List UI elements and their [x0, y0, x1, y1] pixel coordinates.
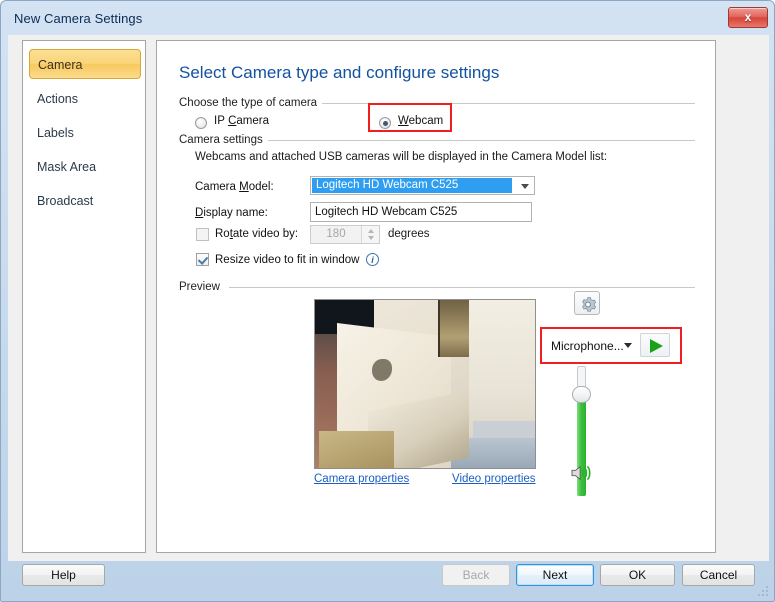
radio-webcam-label: Webcam [398, 115, 444, 127]
sidebar: Camera Actions Labels Mask Area Broadcas… [22, 40, 146, 553]
stepper-buttons[interactable] [361, 226, 379, 243]
rotate-video-label: Rotate video by: [215, 228, 299, 240]
camera-model-label: Camera Model: [195, 181, 274, 193]
speaker-icon[interactable] [570, 464, 592, 482]
rotate-video-checkbox[interactable] [196, 228, 209, 241]
sidebar-item-camera[interactable]: Camera [29, 49, 141, 79]
resize-video-checkbox[interactable] [196, 253, 209, 266]
title-bar: New Camera Settings x [1, 1, 774, 35]
radio-ip-camera-indicator[interactable] [195, 117, 207, 129]
microphone-chevron-down-icon[interactable] [624, 343, 632, 348]
preview-group-line [229, 287, 695, 288]
stepper-up-icon[interactable] [367, 229, 374, 233]
sidebar-item-broadcast[interactable]: Broadcast [23, 188, 145, 214]
help-button[interactable]: Help [22, 564, 105, 586]
page-title: Select Camera type and configure setting… [179, 63, 500, 82]
sidebar-item-actions[interactable]: Actions [23, 86, 145, 112]
video-properties-link[interactable]: Video properties [452, 473, 536, 485]
display-name-input[interactable]: Logitech HD Webcam C525 [310, 202, 532, 222]
back-button: Back [442, 564, 510, 586]
rotate-degrees-value: 180 [326, 228, 346, 240]
camera-model-value: Logitech HD Webcam C525 [312, 178, 512, 193]
audio-settings-button[interactable] [574, 291, 600, 315]
display-name-label: Display name: [195, 207, 268, 219]
camera-settings-group-label: Camera settings [179, 134, 268, 146]
preview-wall-fixture [438, 300, 473, 358]
close-icon: x [744, 10, 752, 24]
radio-ip-camera-label: IP Camera [214, 115, 269, 127]
volume-slider-thumb[interactable] [572, 386, 591, 403]
audio-play-button[interactable] [640, 333, 670, 357]
preview-group-label: Preview [179, 281, 225, 293]
camera-settings-group-line [261, 140, 695, 141]
content-panel: Select Camera type and configure setting… [156, 40, 716, 553]
camera-type-group-line [304, 103, 695, 104]
ok-button[interactable]: OK [600, 564, 675, 586]
camera-preview-image [314, 299, 536, 469]
rotate-degrees-stepper[interactable]: 180 [310, 225, 380, 244]
camera-model-combobox[interactable]: Logitech HD Webcam C525 [310, 176, 535, 195]
camera-properties-link[interactable]: Camera properties [314, 473, 409, 485]
stepper-down-icon[interactable] [367, 236, 374, 240]
gear-icon [582, 297, 597, 312]
play-icon [650, 339, 663, 353]
window-title: New Camera Settings [14, 11, 143, 26]
resize-video-label: Resize video to fit in window [215, 254, 360, 266]
close-button[interactable]: x [728, 7, 768, 28]
preview-box [319, 431, 395, 468]
camera-type-group-label: Choose the type of camera [179, 97, 323, 109]
next-button[interactable]: Next [516, 564, 594, 586]
dialog-body: Camera Actions Labels Mask Area Broadcas… [8, 35, 769, 586]
camera-settings-hint: Webcams and attached USB cameras will be… [195, 151, 608, 163]
sidebar-item-mask-area[interactable]: Mask Area [23, 154, 145, 180]
dialog-window: New Camera Settings x Camera Actions Lab… [0, 0, 775, 602]
cancel-button[interactable]: Cancel [682, 564, 755, 586]
sidebar-item-labels[interactable]: Labels [23, 120, 145, 146]
chevron-down-icon[interactable] [521, 183, 529, 189]
preview-skirting [473, 420, 535, 440]
degrees-unit-label: degrees [388, 228, 430, 240]
radio-webcam-indicator[interactable] [379, 117, 391, 129]
info-icon[interactable]: i [366, 253, 379, 266]
resize-grip[interactable] [758, 586, 770, 598]
